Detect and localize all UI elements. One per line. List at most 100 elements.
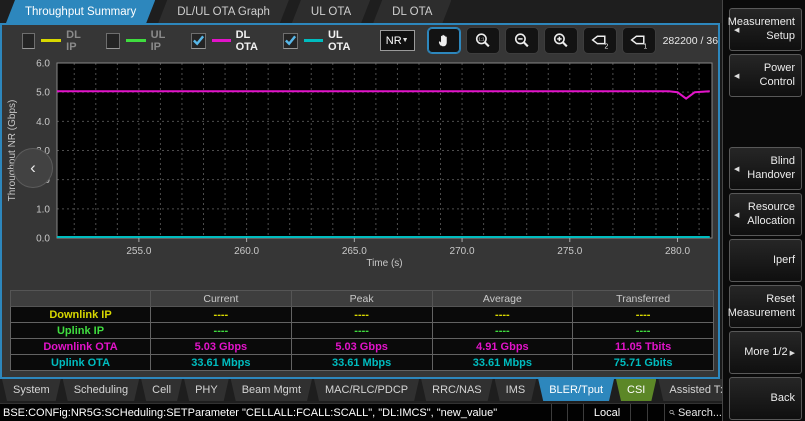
svg-text:1: 1 (644, 43, 648, 49)
dl-ip-checkbox[interactable] (22, 33, 35, 49)
reset-measurement-button[interactable]: Reset Measurement (729, 285, 802, 328)
row-label: Downlink IP (11, 307, 151, 323)
svg-text:5.0: 5.0 (36, 88, 50, 99)
legend-label: DL OTA (236, 29, 266, 53)
pan-tool-button[interactable] (427, 27, 461, 54)
legend-dl-ip[interactable]: DL IP (22, 29, 88, 53)
zoom-reset-button[interactable]: 1:1 (466, 27, 500, 54)
resource-allocation-button[interactable]: ◀ Resource Allocation (729, 193, 802, 236)
softkey-label: Back (771, 392, 795, 406)
status-cell (551, 404, 567, 421)
zoom-in-icon (552, 32, 570, 49)
svg-text:2: 2 (605, 43, 609, 49)
throughput-chart[interactable]: 0.01.02.03.04.05.06.0255.0260.0265.0270.… (2, 56, 718, 288)
marker-1-icon: 1 (629, 32, 648, 49)
softkey-spacer (729, 100, 802, 147)
row-label: Uplink IP (11, 323, 151, 339)
status-cell (567, 404, 583, 421)
tab-phy[interactable]: PHY (184, 379, 229, 401)
arrow-left-icon: ◀ (734, 165, 739, 173)
ul-ip-checkbox[interactable] (106, 33, 119, 49)
check-icon (284, 34, 297, 47)
search-box[interactable]: Search... (664, 404, 722, 421)
table-header-row: Current Peak Average Transferred (11, 291, 714, 307)
legend-ul-ip[interactable]: UL IP (106, 29, 172, 53)
cell-transferred: ---- (573, 323, 714, 339)
status-cell (647, 404, 664, 421)
tab-beam-mgmt[interactable]: Beam Mgmt (231, 379, 312, 401)
table-row-downlink-ip: Downlink IP ---- ---- ---- ---- (11, 307, 714, 323)
tab-scheduling[interactable]: Scheduling (63, 379, 139, 401)
tab-label: UL OTA (311, 6, 351, 18)
tab-dl-ota[interactable]: DL OTA (373, 0, 451, 23)
cell-current: 33.61 Mbps (151, 355, 292, 371)
cell-peak: ---- (291, 323, 432, 339)
svg-text:6.0: 6.0 (36, 59, 50, 70)
cell-peak: 5.03 Gbps (291, 339, 432, 355)
svg-text:255.0: 255.0 (126, 246, 151, 257)
tab-ul-ota[interactable]: UL OTA (292, 0, 370, 23)
category-tab-bar: System Scheduling Cell PHY Beam Mgmt MAC… (0, 379, 722, 403)
svg-text:280.0: 280.0 (665, 246, 690, 257)
tab-cell[interactable]: Cell (141, 379, 182, 401)
chevron-down-icon: ▼ (402, 37, 409, 44)
svg-text:275.0: 275.0 (557, 246, 582, 257)
scpi-command-text: BSE:CONFig:NR5G:SCHeduling:SETParameter … (0, 407, 551, 419)
svg-text:Time (s): Time (s) (366, 258, 402, 269)
collapse-panel-button[interactable]: ‹ (13, 148, 53, 188)
tab-bler-tput[interactable]: BLER/Tput (538, 379, 614, 401)
cell-transferred: 11.05 Tbits (573, 339, 714, 355)
marker-1-button[interactable]: 1 (622, 27, 656, 54)
ul-ip-color-swatch (126, 39, 146, 42)
tab-label: DL/UL OTA Graph (177, 6, 270, 18)
zoom-1to1-icon: 1:1 (474, 32, 492, 49)
table-row-uplink-ip: Uplink IP ---- ---- ---- ---- (11, 323, 714, 339)
technology-dropdown[interactable]: NR ▼ (380, 30, 415, 51)
legend-toolbar-row: DL IP UL IP DL OTA (2, 25, 718, 56)
tab-throughput-summary[interactable]: Throughput Summary (6, 0, 155, 23)
marker-2-button[interactable]: 2 (583, 27, 617, 54)
cell-average: ---- (432, 323, 573, 339)
arrow-left-icon: ◀ (734, 72, 739, 80)
cell-current: ---- (151, 307, 292, 323)
more-pages-button[interactable]: More 1/2 ▶ (729, 331, 802, 374)
tab-mac-rlc-pdcp[interactable]: MAC/RLC/PDCP (314, 379, 419, 401)
zoom-in-button[interactable] (544, 27, 578, 54)
back-button[interactable]: Back (729, 377, 802, 420)
tab-ims[interactable]: IMS (495, 379, 537, 401)
blind-handover-button[interactable]: ◀ Blind Handover (729, 147, 802, 190)
tab-rrc-nas[interactable]: RRC/NAS (421, 379, 493, 401)
svg-text:1.0: 1.0 (36, 204, 50, 215)
measurement-setup-button[interactable]: ◀ Measurement Setup (729, 8, 802, 51)
dl-ota-color-swatch (212, 39, 231, 42)
status-cell (630, 404, 647, 421)
legend-label: UL OTA (328, 29, 358, 53)
iperf-button[interactable]: Iperf (729, 239, 802, 282)
legend-label: DL IP (66, 29, 88, 53)
power-control-button[interactable]: ◀ Power Control (729, 54, 802, 97)
tab-dl-ul-ota-graph[interactable]: DL/UL OTA Graph (158, 0, 289, 23)
cell-peak: ---- (291, 307, 432, 323)
svg-text:260.0: 260.0 (234, 246, 259, 257)
tab-system[interactable]: System (2, 379, 61, 401)
cell-transferred: ---- (573, 307, 714, 323)
ul-ota-color-swatch (304, 39, 323, 42)
legend-ul-ota[interactable]: UL OTA (283, 29, 357, 53)
column-header-peak: Peak (291, 291, 432, 307)
softkey-label: Blind Handover (743, 155, 795, 183)
legend-dl-ota[interactable]: DL OTA (191, 29, 265, 53)
throughput-chart-svg[interactable]: 0.01.02.03.04.05.06.0255.0260.0265.0270.… (2, 56, 718, 288)
cell-transferred: 75.71 Gbits (573, 355, 714, 371)
arrow-left-icon: ◀ (734, 26, 739, 34)
zoom-out-button[interactable] (505, 27, 539, 54)
cell-average: ---- (432, 307, 573, 323)
dl-ip-color-swatch (41, 39, 61, 42)
softkey-label: Power Control (743, 62, 795, 90)
dl-ota-checkbox[interactable] (191, 33, 206, 49)
cell-average: 4.91 Gbps (432, 339, 573, 355)
row-label: Downlink OTA (11, 339, 151, 355)
ul-ota-checkbox[interactable] (283, 33, 298, 49)
tab-csi[interactable]: CSI (616, 379, 656, 401)
svg-text:0.0: 0.0 (36, 234, 50, 245)
arrow-right-icon: ▶ (790, 349, 795, 357)
